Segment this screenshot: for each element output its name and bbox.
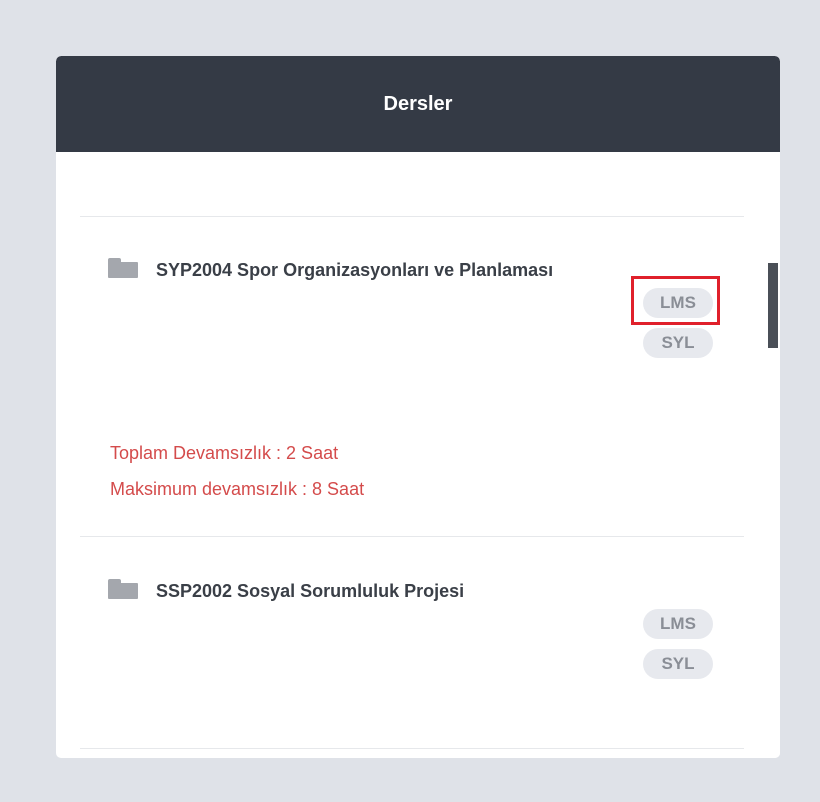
lms-highlight-box: [631, 276, 720, 325]
lms-badge[interactable]: LMS: [643, 609, 713, 639]
max-absence: Maksimum devamsızlık : 8 Saat: [110, 479, 365, 499]
divider: [80, 536, 744, 537]
syl-badge[interactable]: SYL: [643, 649, 713, 679]
course-item: SSP2002 Sosyal Sorumluluk Projesi LMS SY…: [108, 574, 748, 694]
divider: [80, 748, 744, 749]
panel-header: Dersler: [56, 56, 780, 152]
course-title-text: SSP2002 Sosyal Sorumluluk Projesi: [156, 581, 465, 601]
courses-panel: Dersler SYP2004 Spor Organizasyonları ve…: [56, 56, 780, 758]
panel-title: Dersler: [383, 92, 453, 115]
scrollbar-track[interactable]: [768, 152, 780, 758]
folder-icon: [108, 258, 138, 278]
syl-badge[interactable]: SYL: [643, 328, 713, 358]
course-title[interactable]: SYP2004 Spor Organizasyonları ve Planlam…: [108, 253, 578, 287]
divider: [80, 216, 744, 217]
scrollbar-thumb[interactable]: [768, 263, 778, 348]
course-title[interactable]: SSP2002 Sosyal Sorumluluk Projesi: [108, 574, 578, 608]
total-absence: Toplam Devamsızlık : 2 Saat: [110, 443, 339, 463]
folder-icon: [108, 579, 138, 599]
course-title-text: SYP2004 Spor Organizasyonları ve Planlam…: [156, 260, 554, 280]
